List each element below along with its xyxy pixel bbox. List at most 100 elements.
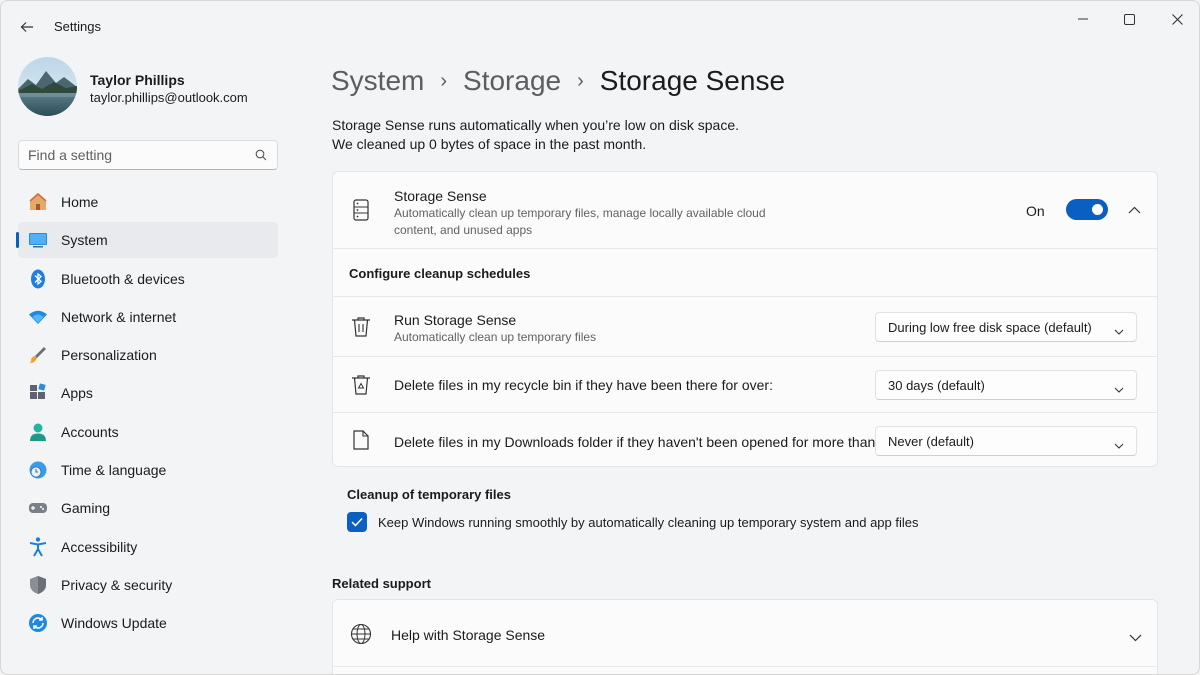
- recycle-bin-dropdown[interactable]: 30 days (default): [875, 370, 1137, 400]
- app-title: Settings: [54, 19, 101, 34]
- search-input[interactable]: [28, 147, 248, 163]
- title-bar: Settings: [1, 1, 1199, 51]
- storage-sense-toggle[interactable]: [1066, 199, 1108, 220]
- account-icon: [27, 421, 49, 443]
- profile-name: Taylor Phillips: [90, 72, 185, 88]
- storage-sense-subtitle-line-1: Automatically clean up temporary files, …: [394, 206, 766, 220]
- run-storage-sense-title: Run Storage Sense: [394, 312, 517, 328]
- sidebar-item-label: Personalization: [61, 347, 157, 364]
- avatar: [18, 57, 77, 116]
- breadcrumb-separator-icon: ›: [577, 69, 584, 92]
- sidebar-item-label: Privacy & security: [61, 576, 173, 593]
- apps-icon: [27, 382, 49, 404]
- wifi-icon: [27, 306, 49, 328]
- storage-sense-subtitle-line-2: content, and unused apps: [394, 223, 533, 237]
- temp-files-checkbox-label: Keep Windows running smoothly by automat…: [378, 515, 919, 530]
- storage-sense-card: Storage Sense Automatically clean up tem…: [332, 171, 1158, 467]
- sidebar-item-bluetooth[interactable]: Bluetooth & devices: [18, 261, 278, 297]
- dropdown-value: 30 days (default): [888, 378, 985, 393]
- search-box[interactable]: [18, 140, 278, 170]
- toggle-state-label: On: [1026, 203, 1045, 219]
- globe-icon: [350, 623, 372, 648]
- downloads-row: Delete files in my Downloads folder if t…: [333, 412, 1157, 466]
- close-icon: [1171, 13, 1183, 25]
- brush-icon: [27, 344, 49, 366]
- back-button[interactable]: [15, 15, 39, 39]
- sidebar-item-personalization[interactable]: Personalization: [18, 337, 278, 373]
- close-button[interactable]: [1157, 7, 1197, 31]
- related-support-heading: Related support: [332, 576, 431, 591]
- help-storage-sense-label: Help with Storage Sense: [391, 627, 546, 643]
- home-icon: [27, 191, 49, 213]
- sidebar-item-label: Apps: [61, 385, 93, 402]
- description-line-2: We cleaned up 0 bytes of space in the pa…: [332, 136, 647, 152]
- minimize-icon: [1078, 18, 1088, 20]
- maximize-button[interactable]: [1109, 7, 1149, 31]
- search-icon: [255, 149, 267, 164]
- user-profile[interactable]: Taylor Phillips taylor.phillips@outlook.…: [18, 57, 288, 117]
- page-title: Storage Sense: [599, 65, 786, 96]
- collapse-button[interactable]: [1121, 197, 1147, 223]
- sidebar-item-privacy[interactable]: Privacy & security: [18, 567, 278, 603]
- breadcrumb-system[interactable]: System: [331, 65, 424, 97]
- card-divider: [333, 666, 1157, 667]
- sidebar-item-label: Home: [61, 194, 99, 210]
- sidebar-item-label: Accessibility: [61, 538, 138, 555]
- profile-email: taylor.phillips@outlook.com: [90, 90, 248, 105]
- chevron-down-icon: [1114, 381, 1124, 396]
- shield-icon: [27, 574, 49, 596]
- sidebar-item-label: Accounts: [61, 423, 119, 440]
- sidebar-item-time-language[interactable]: Time & language: [18, 452, 278, 488]
- description-line-1: Storage Sense runs automatically when yo…: [332, 117, 739, 133]
- bluetooth-icon: [27, 268, 49, 290]
- recycle-bin-icon: [351, 374, 371, 398]
- run-storage-sense-row: Run Storage Sense Automatically clean up…: [333, 296, 1157, 356]
- dropdown-value: Never (default): [888, 434, 974, 449]
- minimize-button[interactable]: [1063, 7, 1103, 31]
- configure-heading: Configure cleanup schedules: [349, 266, 531, 281]
- storage-icon: [353, 199, 369, 224]
- globe-clock-icon: [27, 459, 49, 481]
- sidebar-item-network[interactable]: Network & internet: [18, 299, 278, 335]
- help-storage-sense-row[interactable]: Help with Storage Sense: [333, 600, 1157, 666]
- chevron-down-icon: [1114, 323, 1124, 338]
- sidebar-item-accounts[interactable]: Accounts: [18, 414, 278, 450]
- temp-files-checkbox[interactable]: [347, 512, 367, 532]
- maximize-icon: [1123, 13, 1135, 25]
- sidebar-item-windows-update[interactable]: Windows Update: [18, 605, 278, 641]
- chevron-down-icon: [1129, 630, 1142, 645]
- sidebar-item-label: Bluetooth & devices: [61, 270, 185, 287]
- recycle-bin-title: Delete files in my recycle bin if they h…: [394, 377, 773, 393]
- recycle-bin-row: Delete files in my recycle bin if they h…: [333, 356, 1157, 412]
- configure-heading-row: Configure cleanup schedules: [333, 248, 1157, 296]
- dropdown-value: During low free disk space (default): [888, 320, 1092, 335]
- downloads-title: Delete files in my Downloads folder if t…: [394, 434, 880, 450]
- page-description: Storage Sense runs automatically when yo…: [332, 116, 739, 154]
- sidebar-item-home[interactable]: Home: [18, 184, 278, 220]
- sidebar-item-label: Time & language: [61, 462, 167, 479]
- run-storage-sense-dropdown[interactable]: During low free disk space (default): [875, 312, 1137, 342]
- toggle-knob: [1092, 204, 1103, 215]
- breadcrumb-storage[interactable]: Storage: [463, 65, 561, 97]
- storage-sense-row: Storage Sense Automatically clean up tem…: [333, 172, 1157, 248]
- sidebar-item-label: Network & internet: [61, 308, 177, 325]
- checkmark-icon: [351, 517, 363, 527]
- gamepad-icon: [27, 497, 49, 519]
- trash-icon: [351, 316, 371, 340]
- sidebar-item-gaming[interactable]: Gaming: [18, 490, 278, 526]
- update-icon: [27, 612, 49, 634]
- back-arrow-icon: [20, 22, 33, 32]
- sidebar-item-accessibility[interactable]: Accessibility: [18, 529, 278, 565]
- temp-files-heading: Cleanup of temporary files: [347, 487, 511, 502]
- sidebar-item-label: Gaming: [61, 500, 111, 517]
- sidebar-item-label: System: [61, 232, 108, 249]
- sidebar-item-apps[interactable]: Apps: [18, 375, 278, 411]
- breadcrumb: System › Storage › Storage Sense: [331, 61, 785, 101]
- storage-sense-subtitle: Automatically clean up temporary files, …: [394, 205, 766, 239]
- chevron-up-icon: [1128, 206, 1140, 214]
- document-icon: [353, 430, 369, 453]
- run-storage-sense-subtitle: Automatically clean up temporary files: [394, 330, 597, 344]
- downloads-dropdown[interactable]: Never (default): [875, 426, 1137, 456]
- sidebar-item-system[interactable]: System: [16, 222, 278, 259]
- accessibility-icon: [27, 536, 49, 558]
